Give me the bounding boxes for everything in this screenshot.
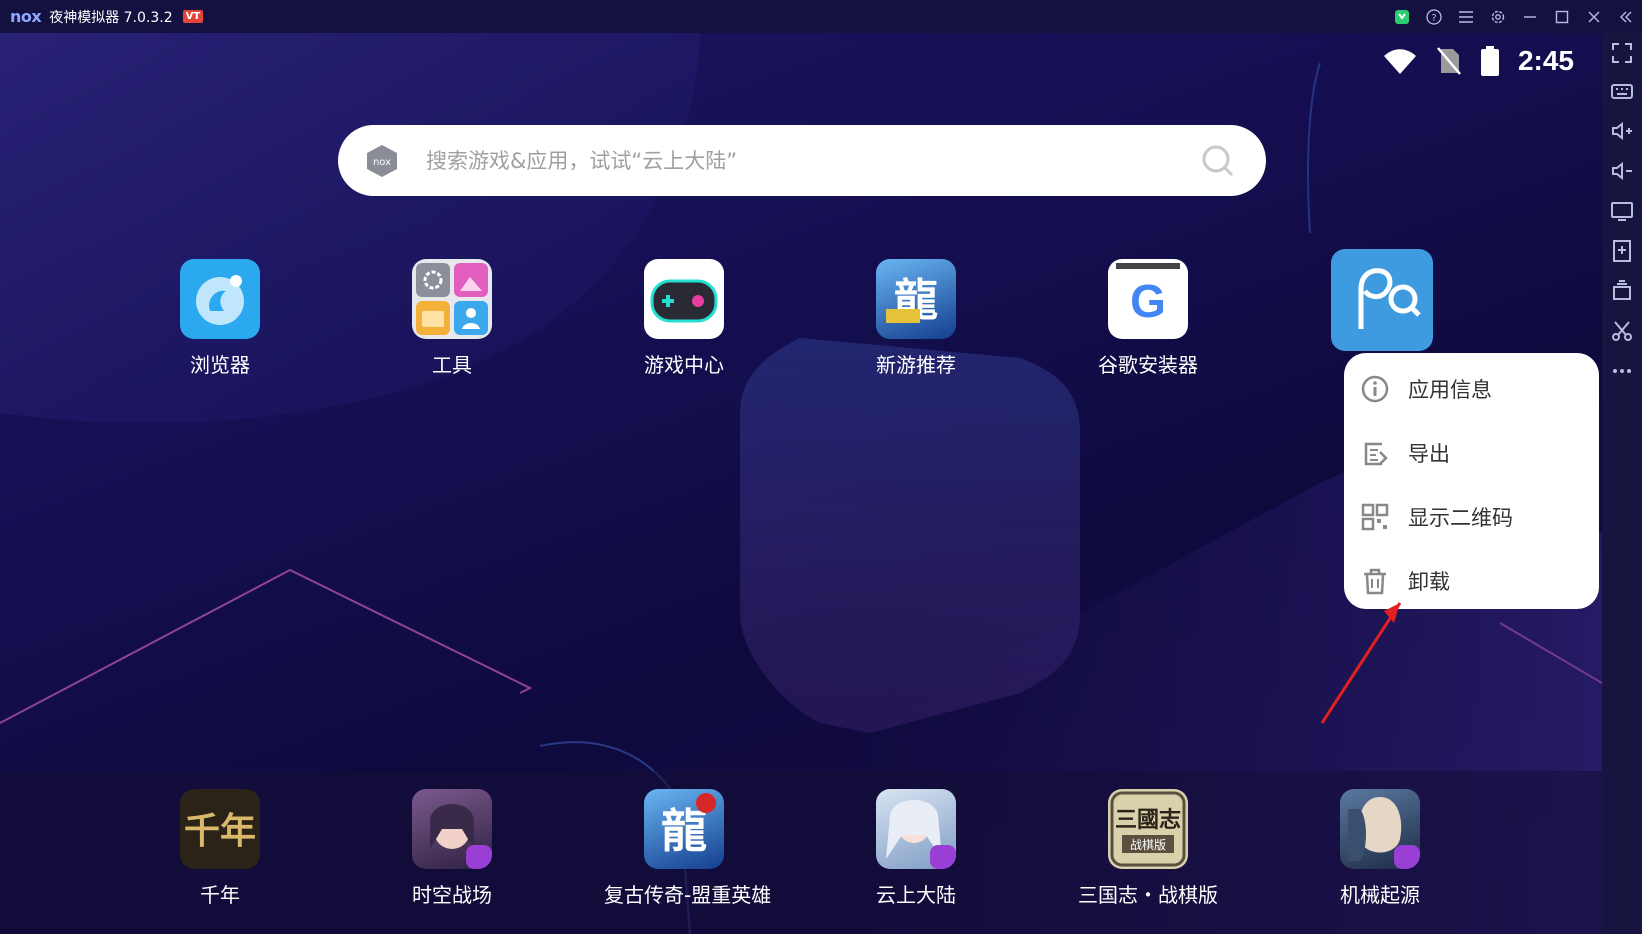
- app-jixie[interactable]: 机械起源: [1300, 789, 1460, 908]
- jixie-icon: [1340, 789, 1420, 869]
- android-home-screen: 2:45 nox 浏览器: [0, 33, 1602, 934]
- app-label: 谷歌安装器: [1098, 353, 1198, 377]
- more-icon[interactable]: [1610, 359, 1634, 383]
- maximize-icon[interactable]: [1546, 0, 1578, 33]
- yunshang-icon: [876, 789, 956, 869]
- fullscreen-icon[interactable]: [1610, 41, 1634, 65]
- app-label: 三国志・战棋版: [1078, 883, 1218, 907]
- app-label: 工具: [432, 353, 472, 377]
- app-new-games[interactable]: 龍 新游推荐: [836, 259, 996, 378]
- vt-badge: VT: [182, 10, 204, 23]
- menu-item-qr-code[interactable]: 显示二维码: [1360, 497, 1513, 537]
- search-icon[interactable]: [1200, 143, 1236, 179]
- app-google-installer[interactable]: G 谷歌安装器: [1068, 259, 1228, 378]
- settings-icon[interactable]: [1482, 0, 1514, 33]
- menu-item-export[interactable]: 导出: [1360, 433, 1450, 473]
- status-bar: 2:45: [1382, 41, 1574, 81]
- title-bar: nox 夜神模拟器 7.0.3.2 VT ?: [0, 0, 1642, 33]
- new-games-icon: 龍: [876, 259, 956, 339]
- screen-icon[interactable]: [1610, 199, 1634, 223]
- status-clock: 2:45: [1517, 45, 1574, 76]
- volume-up-icon[interactable]: [1610, 119, 1634, 143]
- help-icon[interactable]: ?: [1418, 0, 1450, 33]
- app-label: 千年: [200, 883, 240, 907]
- menu-item-label: 显示二维码: [1408, 506, 1513, 530]
- add-apk-icon[interactable]: [1610, 239, 1634, 263]
- svg-text:千年: 千年: [184, 810, 256, 852]
- app-label: 新游推荐: [876, 353, 956, 377]
- qiannian-icon: 千年: [180, 789, 260, 869]
- window-controls: ?: [1386, 0, 1642, 33]
- app-qiannian[interactable]: 千年 千年: [140, 789, 300, 908]
- svg-text:nox: nox: [373, 157, 391, 168]
- svg-text:三國志: 三國志: [1115, 807, 1181, 833]
- app-label: 游戏中心: [644, 353, 724, 377]
- annotation-arrow: [1320, 602, 1402, 724]
- app-label: 时空战场: [412, 883, 492, 907]
- menu-item-label: 应用信息: [1408, 378, 1492, 402]
- fugu-chuanqi-icon: 龍: [644, 789, 724, 869]
- google-installer-icon: G: [1108, 259, 1188, 339]
- svg-text:龍: 龍: [661, 804, 707, 858]
- tools-icon: [412, 259, 492, 339]
- menu-icon[interactable]: [1450, 0, 1482, 33]
- collapse-sidebar-icon[interactable]: [1610, 0, 1642, 33]
- wifi-icon: [1383, 49, 1416, 74]
- app-game-center[interactable]: 游戏中心: [604, 259, 764, 378]
- svg-text:?: ?: [1431, 13, 1436, 24]
- app-context-menu: 应用信息 导出 显示二维码 卸载: [1344, 353, 1599, 609]
- search-bar[interactable]: nox: [338, 125, 1266, 196]
- no-sim-icon: [1436, 47, 1461, 75]
- app-tools[interactable]: 工具: [372, 259, 532, 378]
- svg-text:战棋版: 战棋版: [1130, 838, 1166, 852]
- keyboard-icon[interactable]: [1610, 79, 1634, 103]
- app-label: 复古传奇-盟重英雄: [604, 883, 772, 907]
- app-label: 机械起源: [1340, 883, 1420, 907]
- browser-icon: [180, 259, 260, 339]
- sanguozhi-icon: 三國志 战棋版: [1108, 789, 1188, 869]
- volume-down-icon[interactable]: [1610, 159, 1634, 183]
- close-icon[interactable]: [1578, 0, 1610, 33]
- minimize-icon[interactable]: [1514, 0, 1546, 33]
- app-shikong[interactable]: 时空战场: [372, 789, 532, 908]
- multi-instance-icon[interactable]: [1610, 279, 1634, 303]
- menu-item-app-info[interactable]: 应用信息: [1360, 369, 1492, 409]
- svg-text:G: G: [1130, 275, 1166, 327]
- info-icon: [1361, 375, 1389, 403]
- menu-item-label: 导出: [1408, 442, 1450, 466]
- battery-icon: [1480, 46, 1499, 76]
- search-input[interactable]: [424, 147, 1200, 174]
- app-sanguozhi[interactable]: 三國志战棋版 三国志・战棋版: [1068, 789, 1228, 908]
- window-title: 夜神模拟器 7.0.3.2: [49, 9, 173, 26]
- app-label: 浏览器: [190, 353, 250, 377]
- emulator-window: nox 夜神模拟器 7.0.3.2 VT ? 2:45 nox 搜索游戏&应用，…: [0, 0, 1642, 934]
- app-label: 云上大陆: [876, 883, 956, 907]
- export-icon: [1364, 442, 1388, 466]
- bookmark-icon[interactable]: [1386, 0, 1418, 33]
- shikong-icon: [412, 789, 492, 869]
- app-browser[interactable]: 浏览器: [140, 259, 300, 378]
- qr-code-icon: [1361, 503, 1389, 531]
- app-fugu-chuanqi[interactable]: 龍 复古传奇-盟重英雄: [604, 789, 772, 908]
- nox-logo: nox: [10, 7, 42, 26]
- scissors-icon[interactable]: [1610, 319, 1634, 343]
- app-yunshang[interactable]: 云上大陆: [836, 789, 996, 908]
- game-center-icon: [644, 259, 724, 339]
- nox-search-logo: nox: [367, 144, 397, 177]
- picked-app-icon[interactable]: [1331, 249, 1433, 351]
- emulator-sidebar: [1602, 33, 1642, 934]
